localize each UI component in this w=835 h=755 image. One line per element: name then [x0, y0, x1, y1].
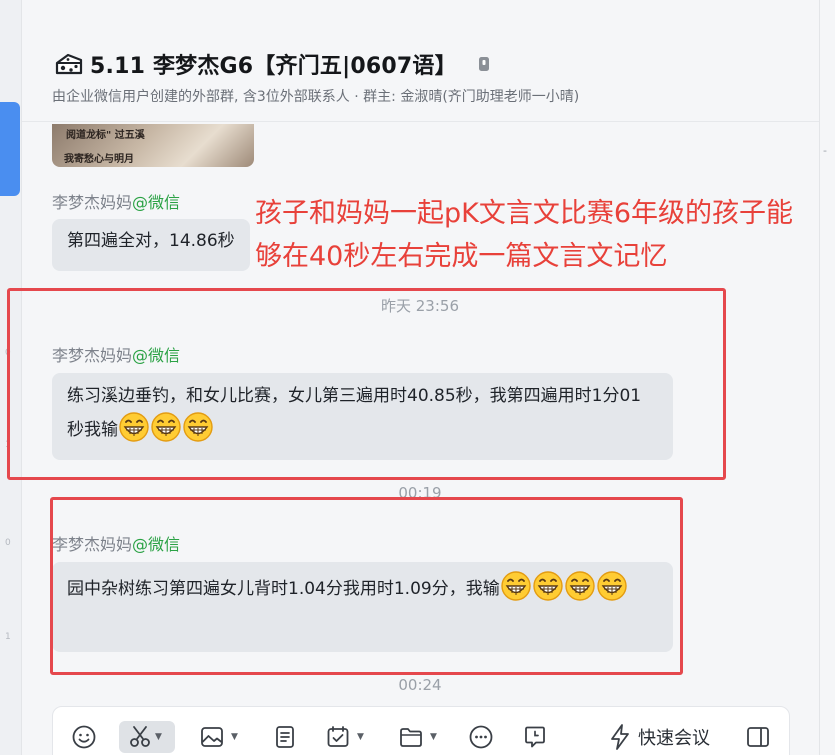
- schedule-button[interactable]: ▼: [325, 721, 364, 753]
- image-text: 阅道龙标" 过五溪: [66, 130, 145, 141]
- edge-mark: -: [823, 144, 827, 157]
- sender-name[interactable]: 李梦杰妈妈: [52, 193, 132, 212]
- message-bubble[interactable]: 第四遍全对，14.86秒: [52, 219, 250, 271]
- calendar-icon: [325, 724, 351, 750]
- file-button[interactable]: ▼: [398, 721, 437, 753]
- composer-toolbar: ▼ ▼ ▼ ▼ 快速会议: [52, 706, 790, 755]
- chevron-down-icon: ▼: [357, 732, 364, 742]
- quick-meeting-label: 快速会议: [638, 728, 710, 749]
- smile-icon: [71, 724, 97, 750]
- page-title: 5.11 李梦杰G6【齐门五|0607语】: [90, 54, 457, 79]
- quick-meeting-button[interactable]: 快速会议: [608, 721, 710, 753]
- highlight-box: [50, 497, 683, 675]
- reply-button[interactable]: [522, 721, 548, 753]
- message-sender: 李梦杰妈妈@微信: [52, 189, 180, 213]
- highlight-box: [7, 288, 726, 480]
- right-panel-edge: -: [819, 0, 835, 755]
- message-text: 第四遍全对，14.86秒: [67, 231, 235, 251]
- message-icon: [522, 724, 548, 750]
- image-message-thumbnail[interactable]: 阅道龙标" 过五溪 我寄愁心与明月: [52, 124, 254, 167]
- document-icon: [272, 724, 298, 750]
- group-subtitle: 由企业微信用户创建的外部群, 含3位外部联系人 · 群主: 金淑晴(齐门助理老师…: [52, 89, 580, 105]
- screenshot-button[interactable]: ▼: [119, 721, 175, 753]
- chevron-down-icon: ▼: [155, 732, 162, 742]
- title-row: 5.11 李梦杰G6【齐门五|0607语】: [54, 48, 491, 80]
- scissors-icon: [127, 724, 153, 750]
- chevron-down-icon: ▼: [430, 732, 437, 742]
- nav-active-tab[interactable]: [0, 102, 20, 196]
- chevron-down-icon: ▼: [231, 732, 238, 742]
- nav-mark: 1: [5, 632, 11, 642]
- timestamp: 00:24: [398, 676, 442, 694]
- emoji-button[interactable]: [71, 721, 97, 753]
- document-button[interactable]: [272, 721, 298, 753]
- image-icon: [199, 724, 225, 750]
- more-icon: [468, 724, 494, 750]
- image-text: 我寄愁心与明月: [64, 154, 134, 165]
- image-button[interactable]: ▼: [199, 721, 238, 753]
- sender-source: @微信: [132, 193, 181, 212]
- folder-icon: [398, 724, 424, 750]
- more-button[interactable]: [468, 721, 494, 753]
- group-icon: [54, 51, 84, 77]
- red-annotation-text: 孩子和妈妈一起pK文言文比赛6年级的孩子能够在40秒左右完成一篇文言文记忆: [255, 198, 794, 272]
- nav-mark: 0: [5, 538, 11, 548]
- lightning-icon: [608, 723, 632, 751]
- sidebar-toggle-button[interactable]: [745, 721, 771, 753]
- lock-icon: [477, 55, 491, 73]
- chat-header: 5.11 李梦杰G6【齐门五|0607语】 由企业微信用户创建的外部群, 含3位…: [22, 0, 819, 122]
- sidebar-icon: [745, 724, 771, 750]
